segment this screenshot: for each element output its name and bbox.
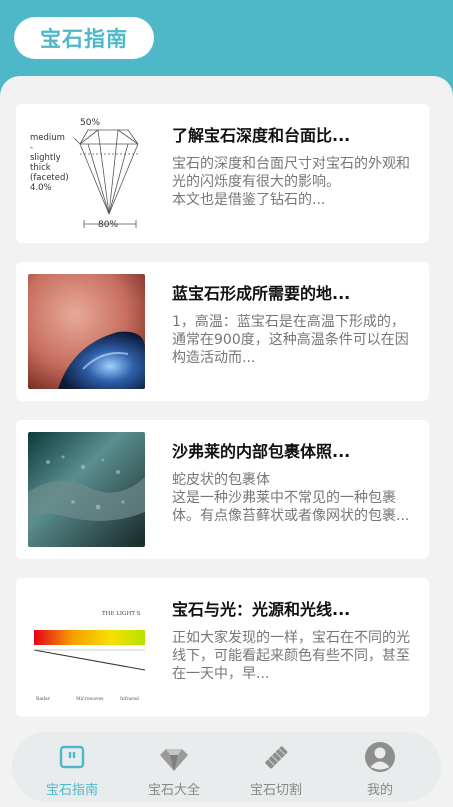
article-card[interactable]: 蓝宝石形成所需要的地... 1，高温：蓝宝石是在高温下形成的，通常在900度，这… — [16, 262, 429, 401]
diamond-icon — [160, 749, 188, 771]
page-title: 宝石指南 — [14, 17, 154, 59]
tab-gem-catalog[interactable]: 宝石大全 — [124, 732, 224, 802]
book-icon — [59, 745, 85, 769]
tab-label: 宝石切割 — [249, 783, 302, 798]
figure-heading: THE LIGHT S — [102, 611, 141, 617]
user-icon — [365, 742, 395, 772]
tab-label: 我的 — [366, 783, 393, 798]
diagram-text: thick — [30, 163, 51, 173]
article-card[interactable]: 50% 80% medium - slightly thick (faceted… — [16, 104, 429, 243]
article-excerpt: 宝石的深度和台面尺寸对宝石的外观和光的闪烁度有很大的影响。 本文也是借鉴了钻石的… — [172, 156, 410, 208]
axis-label: Radar — [36, 696, 51, 702]
tab-label: 宝石指南 — [45, 783, 98, 798]
tab-gem-cutting[interactable]: 宝石切割 — [226, 732, 326, 802]
sapphire-photo — [28, 274, 145, 389]
article-excerpt: 正如大家发现的一样，宝石在不同的光线下，可能看起来颜色有些不同，甚至在一天中，早… — [172, 630, 410, 682]
article-excerpt: 1，高温：蓝宝石是在高温下形成的，通常在900度，这种高温条件可以在因构造活动而… — [172, 314, 409, 366]
article-card[interactable]: 沙弗莱的内部包裹体照... 蛇皮状的包裹体 这是一种沙弗莱中不常见的一种包裹体。… — [16, 420, 429, 559]
gem-proportion-diagram: 50% 80% medium - slightly thick (faceted… — [28, 116, 145, 231]
article-title[interactable]: 蓝宝石形成所需要的地... — [172, 280, 412, 304]
inclusion-photo — [28, 432, 145, 547]
article-excerpt: 蛇皮状的包裹体 这是一种沙弗莱中不常见的一种包裹体。有点像苔藓状或者像网状的包裹… — [172, 472, 410, 524]
girdle-percent-label: 80% — [98, 220, 118, 230]
bottom-tab-bar: 宝石指南 宝石大全 宝石切割 我的 — [12, 732, 441, 802]
diagram-text: slightly — [30, 153, 61, 163]
axis-label: Infrared — [120, 696, 139, 702]
table-percent-label: 50% — [80, 118, 100, 128]
light-spectrum-figure: THE LIGHT S Radar Microwaves Infrared — [28, 590, 145, 705]
article-list[interactable]: 50% 80% medium - slightly thick (faceted… — [0, 76, 453, 807]
article-title[interactable]: 沙弗莱的内部包裹体照... — [172, 438, 412, 462]
tab-profile[interactable]: 我的 — [330, 732, 430, 802]
diagram-text: - — [30, 143, 33, 153]
article-title[interactable]: 了解宝石深度和台面比... — [172, 122, 412, 146]
diagram-text: (faceted) — [30, 173, 69, 183]
cutting-tool-icon — [265, 746, 288, 769]
article-title[interactable]: 宝石与光：光源和光线... — [172, 596, 412, 620]
tab-label: 宝石大全 — [147, 783, 200, 798]
diagram-text: medium — [30, 133, 65, 143]
article-card[interactable]: THE LIGHT S Radar Microwaves Infrared 宝石… — [16, 578, 429, 717]
axis-label: Microwaves — [76, 696, 104, 702]
tab-gem-guide[interactable]: 宝石指南 — [22, 732, 122, 802]
diagram-text: 4.0% — [30, 183, 52, 193]
